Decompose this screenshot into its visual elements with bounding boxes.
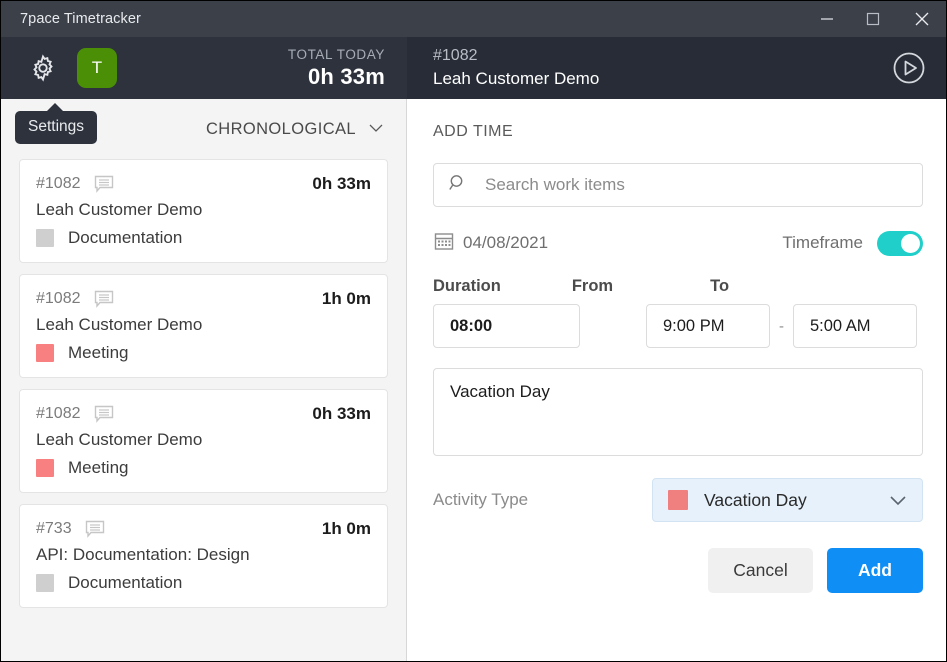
comment-icon[interactable]	[94, 175, 114, 193]
entry-duration: 0h 33m	[312, 174, 371, 193]
entry-activity-label: Meeting	[68, 343, 129, 362]
entry-activity: Documentation	[36, 573, 371, 593]
activity-type-value: Vacation Day	[704, 489, 807, 510]
search-icon	[448, 173, 468, 198]
work-item-title: Leah Customer Demo	[433, 69, 600, 88]
comment-icon[interactable]	[94, 290, 114, 308]
entry-activity-label: Documentation	[68, 228, 183, 247]
comment-icon[interactable]	[85, 520, 105, 538]
comment-icon[interactable]	[94, 405, 114, 423]
minimize-button[interactable]	[804, 1, 850, 37]
time-entry-card[interactable]: #1082 0h 33m Leah Customer Demo Meeting	[19, 389, 388, 493]
time-entry-list-panel: CHRONOLOGICAL #1082 0h 33m Leah Customer D…	[1, 99, 407, 661]
title-bar: 7pace Timetracker	[1, 1, 946, 37]
entry-work-item-id: #1082	[36, 290, 81, 307]
avatar-initial: T	[91, 58, 103, 77]
date-value[interactable]: 04/08/2021	[463, 233, 548, 253]
work-item-id: #1082	[433, 47, 478, 64]
entry-title: Leah Customer Demo	[36, 430, 203, 449]
entry-header: #733 1h 0m	[36, 519, 371, 539]
entry-activity-label: Documentation	[68, 573, 183, 592]
chevron-down-icon	[368, 120, 384, 138]
sort-mode-label: CHRONOLOGICAL	[205, 119, 356, 138]
tooltip-arrow	[46, 103, 64, 112]
activity-type-select[interactable]: Vacation Day	[652, 478, 923, 522]
entry-work-item-id: #1082	[36, 405, 81, 422]
entry-header: #1082 0h 33m	[36, 404, 371, 424]
add-button[interactable]: Add	[827, 548, 923, 593]
form-actions: Cancel Add	[433, 548, 923, 593]
entry-duration: 0h 33m	[312, 404, 371, 423]
activity-type-row: Activity Type Vacation Day	[433, 478, 923, 522]
start-timer-button[interactable]	[890, 49, 928, 87]
add-time-heading: ADD TIME	[433, 123, 514, 140]
activity-color-swatch	[36, 574, 54, 592]
search-work-items-field[interactable]: Search work items	[433, 163, 923, 207]
activity-color-swatch	[36, 229, 54, 247]
time-entry-list: #1082 0h 33m Leah Customer Demo Documentati…	[1, 159, 406, 608]
entry-activity: Documentation	[36, 228, 371, 248]
entry-header: #1082 0h 33m	[36, 174, 371, 194]
entry-title: Leah Customer Demo	[36, 200, 203, 219]
timeframe-label: Timeframe	[782, 233, 863, 252]
total-today-block: TOTAL TODAY 0h 33m	[288, 46, 385, 90]
avatar[interactable]: T	[77, 48, 117, 88]
entry-duration: 1h 0m	[321, 519, 371, 538]
field-labels-row: Duration From To	[433, 277, 923, 296]
time-entry-card[interactable]: #1082 1h 0m Leah Customer Demo Meeting	[19, 274, 388, 378]
toggle-knob	[901, 233, 920, 253]
cancel-button[interactable]: Cancel	[708, 548, 813, 593]
time-inputs-row: 08:00 9:00 PM - 5:00 AM	[433, 304, 923, 348]
date-row: 04/08/2021 Timeframe	[433, 227, 923, 259]
window-title: 7pace Timetracker	[20, 11, 141, 27]
from-input[interactable]: 9:00 PM	[646, 304, 770, 348]
activity-type-label: Activity Type	[433, 490, 529, 509]
entry-title: Leah Customer Demo	[36, 315, 203, 334]
add-time-panel: ADD TIME Search work items 04/08/2021 Ti	[408, 99, 946, 661]
window-controls	[804, 1, 946, 37]
chevron-down-icon	[889, 495, 907, 506]
activity-color-swatch	[36, 344, 54, 362]
close-button[interactable]	[896, 1, 946, 37]
entry-title: API: Documentation: Design	[36, 545, 250, 564]
time-entry-card[interactable]: #1082 0h 33m Leah Customer Demo Documentati…	[19, 159, 388, 263]
right-toolbar: #1082 Leah Customer Demo	[407, 37, 946, 99]
app-window: 7pace Timetracker T TOTAL TODAY 0h 33m #…	[0, 0, 947, 662]
calendar-icon[interactable]	[433, 230, 455, 257]
total-today-label: TOTAL TODAY	[287, 47, 385, 62]
entry-work-item-id: #1082	[36, 175, 81, 192]
to-input[interactable]: 5:00 AM	[793, 304, 917, 348]
activity-color-swatch	[668, 490, 688, 510]
total-today-value: 0h 33m	[307, 64, 385, 89]
maximize-button[interactable]	[850, 1, 896, 37]
notes-textarea[interactable]: Vacation Day	[433, 368, 923, 456]
tooltip-label: Settings	[28, 118, 85, 135]
entry-activity: Meeting	[36, 343, 371, 363]
search-input[interactable]: Search work items	[485, 175, 625, 195]
play-circle-icon	[893, 52, 925, 84]
activity-color-swatch	[36, 459, 54, 477]
entry-activity: Meeting	[36, 458, 371, 478]
current-work-item[interactable]: #1082 Leah Customer Demo	[433, 45, 599, 91]
from-label: From	[571, 277, 614, 295]
entry-duration: 1h 0m	[321, 289, 371, 308]
duration-label: Duration	[433, 277, 501, 295]
settings-button[interactable]	[27, 52, 59, 84]
settings-tooltip: Settings	[15, 103, 98, 144]
entry-header: #1082 1h 0m	[36, 289, 371, 309]
duration-input[interactable]: 08:00	[433, 304, 580, 348]
entry-activity-label: Meeting	[68, 458, 129, 477]
time-entry-card[interactable]: #733 1h 0m API: Documentation: Design Docum…	[19, 504, 388, 608]
entry-work-item-id: #733	[36, 520, 72, 537]
gear-icon	[33, 54, 53, 82]
timeframe-toggle[interactable]	[877, 230, 923, 256]
to-label: To	[710, 277, 730, 295]
time-separator: -	[779, 317, 784, 335]
left-toolbar: T TOTAL TODAY 0h 33m	[1, 37, 407, 99]
